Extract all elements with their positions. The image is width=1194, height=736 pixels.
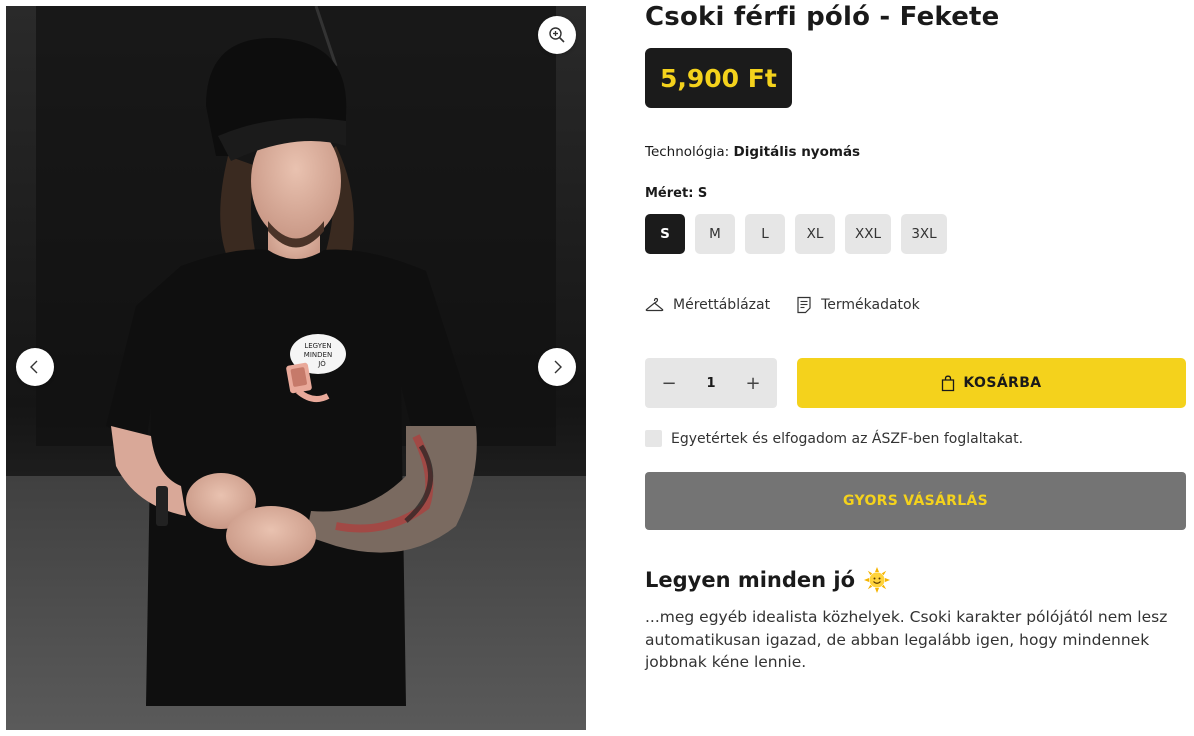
chevron-left-icon <box>30 360 38 374</box>
quantity-stepper: − 1 + <box>645 358 777 408</box>
product-photo: LEGYEN MINDEN JÓ <box>6 6 586 730</box>
chevron-right-icon <box>554 360 562 374</box>
size-selector: S M L XL XXL 3XL <box>645 214 947 254</box>
size-option-l[interactable]: L <box>745 214 785 254</box>
print-text-line-3: JÓ <box>317 359 326 368</box>
technology-value: Digitális nyomás <box>733 144 861 160</box>
product-data-link[interactable]: Termékadatok <box>796 296 920 314</box>
size-option-3xl[interactable]: 3XL <box>901 214 947 254</box>
size-chart-link[interactable]: Mérettáblázat <box>645 296 770 314</box>
product-page: LEGYEN MINDEN JÓ Csoki férfi póló - Feke… <box>0 0 1194 736</box>
quantity-increase-button[interactable]: + <box>743 373 763 394</box>
size-option-m[interactable]: M <box>695 214 735 254</box>
technology-label: Technológia: <box>645 144 730 160</box>
product-data-label: Termékadatok <box>821 297 920 313</box>
terms-checkbox[interactable] <box>645 430 662 447</box>
terms-agreement: Egyetértek és elfogadom az ÁSZF-ben fogl… <box>645 430 1023 447</box>
hanger-icon <box>645 297 664 312</box>
zoom-button[interactable] <box>538 16 576 54</box>
quantity-decrease-button[interactable]: − <box>659 373 679 394</box>
price-badge: 5,900 Ft <box>645 48 792 108</box>
description-text: ...meg egyéb idealista közhelyek. Csoki … <box>645 608 1168 671</box>
add-to-cart-button[interactable]: KOSÁRBA <box>797 358 1186 408</box>
gallery-next-button[interactable] <box>538 348 576 386</box>
description-heading: Legyen minden jó <box>645 566 891 594</box>
quick-buy-button[interactable]: GYORS VÁSÁRLÁS <box>645 472 1186 530</box>
shopping-bag-icon <box>942 375 955 391</box>
info-links: Mérettáblázat Termékadatok <box>645 296 920 314</box>
size-chart-label: Mérettáblázat <box>673 297 771 313</box>
document-icon <box>797 296 811 314</box>
gallery-prev-button[interactable] <box>16 348 54 386</box>
terms-label: Egyetértek és elfogadom az ÁSZF-ben fogl… <box>671 430 1024 447</box>
product-image-gallery[interactable]: LEGYEN MINDEN JÓ <box>6 6 586 730</box>
price-value: 5,900 Ft <box>660 63 777 93</box>
sun-emoji-icon <box>864 567 891 593</box>
description-title: Legyen minden jó <box>645 568 856 592</box>
add-to-cart-label: KOSÁRBA <box>963 375 1042 391</box>
size-option-xl[interactable]: XL <box>795 214 835 254</box>
zoom-icon <box>549 27 565 43</box>
product-title: Csoki férfi póló - Fekete <box>645 2 1000 32</box>
technology-row: Technológia: Digitális nyomás <box>645 144 860 160</box>
size-option-xxl[interactable]: XXL <box>845 214 891 254</box>
size-option-s[interactable]: S <box>645 214 685 254</box>
print-text-line-1: LEGYEN <box>304 342 331 350</box>
quantity-value[interactable]: 1 <box>706 376 715 391</box>
print-text-line-2: MINDEN <box>304 351 332 359</box>
size-label: Méret: S <box>645 186 708 201</box>
